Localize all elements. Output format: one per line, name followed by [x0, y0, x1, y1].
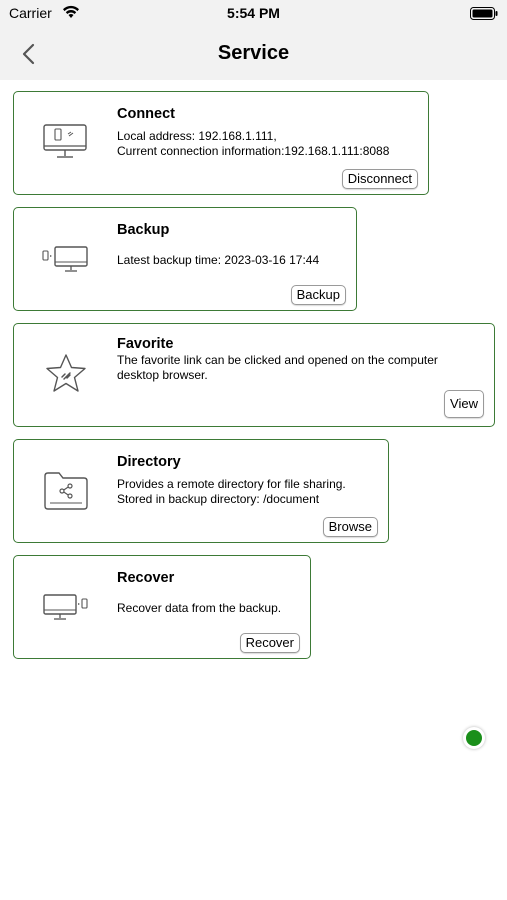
shared-folder-icon	[42, 470, 90, 517]
connect-desc-line1: Local address: 192.168.1.111,	[117, 129, 277, 143]
view-button[interactable]: View	[444, 390, 484, 418]
disconnect-button[interactable]: Disconnect	[341, 169, 418, 189]
favorite-card: Favorite The favorite link can be clicke…	[13, 323, 495, 427]
connect-desc-line2: Current connection information:192.168.1…	[117, 144, 390, 158]
status-bar: Carrier 5:54 PM	[0, 0, 507, 28]
phone-to-computer-icon	[42, 244, 90, 279]
battery-icon	[470, 7, 498, 23]
recover-card: Recover Recover data from the backup. Re…	[13, 555, 311, 659]
computer-phone-icon	[42, 122, 88, 167]
recover-title: Recover	[117, 570, 175, 586]
backup-desc: Latest backup time: 2023-03-16 17:44	[117, 253, 320, 267]
connection-status-dot[interactable]	[463, 727, 485, 749]
recover-button[interactable]: Recover	[239, 633, 300, 653]
green-dot-icon	[466, 730, 482, 746]
connect-card: Connect Local address: 192.168.1.111, Cu…	[13, 91, 429, 195]
star-link-icon	[44, 352, 88, 401]
favorite-title: Favorite	[117, 336, 174, 352]
directory-title: Directory	[117, 454, 181, 470]
favorite-desc-line1: The favorite link can be clicked and ope…	[117, 353, 438, 367]
nav-bar: Service	[0, 28, 507, 80]
page-title: Service	[217, 42, 290, 64]
directory-desc-line1: Provides a remote directory for file sha…	[117, 477, 346, 491]
favorite-desc-line2: desktop browser.	[117, 368, 208, 382]
backup-card: Backup Latest backup time: 2023-03-16 17…	[13, 207, 357, 311]
browse-button[interactable]: Browse	[322, 517, 378, 537]
recover-desc: Recover data from the backup.	[117, 601, 282, 615]
computer-to-phone-icon	[42, 592, 90, 627]
backup-title: Backup	[117, 222, 170, 238]
directory-desc-line2: Stored in backup directory: /document	[117, 492, 320, 506]
clock: 5:54 PM	[227, 5, 280, 21]
connect-title: Connect	[117, 106, 175, 122]
directory-card: Directory Provides a remote directory fo…	[13, 439, 389, 543]
backup-button[interactable]: Backup	[290, 285, 346, 305]
